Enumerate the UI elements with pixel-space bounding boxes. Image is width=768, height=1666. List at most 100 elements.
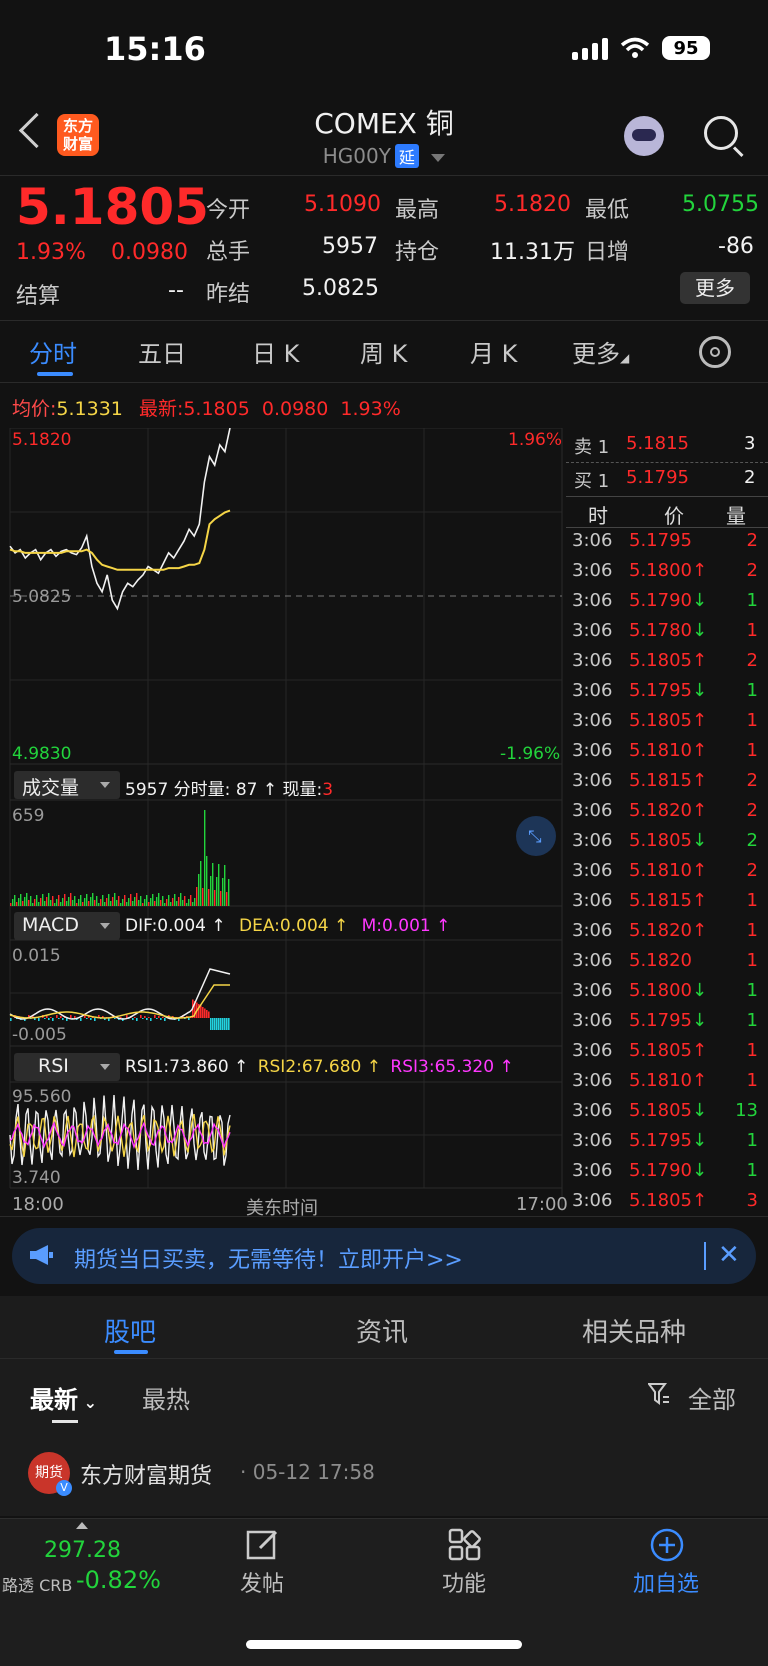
trade-qty: 2 (746, 770, 758, 791)
search-icon[interactable] (704, 116, 738, 150)
macd-indicator-selector[interactable]: MACD (14, 912, 120, 940)
macd-histogram-bar (148, 1017, 150, 1018)
macd-dif: DIF:0.004 ↑ (125, 916, 226, 936)
trade-price: 5.1820↑ (629, 800, 708, 821)
volume-bar (164, 903, 166, 906)
expand-icon[interactable]: ⤡ (516, 816, 556, 856)
caret-down-icon (100, 1064, 110, 1070)
tab-weekly-k[interactable]: 周 K (360, 334, 407, 369)
tab-news[interactable]: 资讯 (356, 1312, 408, 1349)
tab-forum[interactable]: 股吧 (104, 1312, 156, 1349)
rsi-axis-top: 95.560 (12, 1087, 72, 1107)
macd-histogram-bar (158, 1016, 160, 1018)
price-line (9, 428, 231, 611)
gear-icon[interactable] (699, 336, 731, 368)
divider (0, 320, 768, 321)
filter-icon[interactable] (648, 1382, 670, 1406)
trade-price: 5.1810↑ (629, 860, 708, 881)
daily-increase-label: 日增 (585, 240, 630, 265)
open-interest-label: 持仓 (395, 240, 440, 265)
trade-row: 3:06 5.1820↑ 1 (572, 920, 762, 950)
post-author[interactable]: 东方财富期货 (80, 1458, 212, 1490)
add-watchlist-icon[interactable] (650, 1528, 684, 1562)
filter-all[interactable]: 全部 (688, 1380, 736, 1415)
trade-price: 5.1810↑ (629, 740, 708, 761)
trade-price: 5.1795↓ (629, 1130, 708, 1151)
more-button[interactable]: 更多 (680, 272, 750, 304)
trade-row: 3:06 5.1815↑ 1 (572, 890, 762, 920)
volume-bar (62, 898, 64, 906)
volume-bar (114, 893, 116, 906)
trade-qty: 2 (746, 650, 758, 671)
sort-latest[interactable]: 最新 ⌄ (30, 1380, 97, 1415)
arrow-down-icon: ↓ (691, 1160, 708, 1181)
trade-time: 3:06 (572, 740, 613, 761)
trade-price: 5.1815↑ (629, 770, 708, 791)
volume-bar (208, 889, 210, 906)
functions-icon[interactable] (448, 1528, 482, 1562)
trade-time: 3:06 (572, 590, 613, 611)
macd-histogram-bar (206, 1010, 208, 1018)
status-icons: 95 (572, 36, 710, 60)
tab-daily-k[interactable]: 日 K (252, 334, 299, 369)
index-value[interactable]: 297.28 (44, 1538, 121, 1563)
trade-time: 3:06 (572, 770, 613, 791)
robot-assistant-icon[interactable] (624, 116, 664, 156)
tab-five-day[interactable]: 五日 (138, 334, 186, 369)
volume-bar (146, 895, 148, 906)
functions-button[interactable]: 功能 (404, 1566, 524, 1598)
tab-more[interactable]: 更多◢ (572, 334, 629, 369)
post-time: · 05-12 17:58 (240, 1460, 375, 1484)
tab-related[interactable]: 相关品种 (582, 1312, 686, 1349)
rsi-indicator-selector[interactable]: RSI (14, 1053, 120, 1081)
volume-total: 5957 (125, 780, 169, 800)
trade-time: 3:06 (572, 560, 613, 581)
macd-histogram-bar (226, 1018, 228, 1030)
close-icon[interactable]: ✕ (718, 1240, 740, 1270)
rsi1-value: RSI1:73.860 ↑ (125, 1057, 249, 1077)
trade-qty: 1 (746, 1010, 758, 1031)
index-name[interactable]: 路透 CRB (2, 1572, 72, 1596)
open-label: 今开 (206, 198, 251, 223)
trade-price: 5.1805↑ (629, 1190, 708, 1211)
volume-bar (116, 900, 118, 906)
trade-time: 3:06 (572, 920, 613, 941)
settle-label: 结算 (16, 284, 61, 309)
add-watchlist-button[interactable]: 加自选 (606, 1566, 726, 1598)
volume-bar (124, 895, 126, 906)
macd-histogram-bar (204, 1008, 206, 1018)
index-change[interactable]: -0.82% (76, 1566, 161, 1594)
arrow-up-icon: ↑ (691, 740, 708, 761)
volume-indicator-selector[interactable]: 成交量 (14, 771, 120, 799)
verified-badge-icon: V (56, 1480, 72, 1496)
trade-row: 3:06 5.1790↓ 1 (572, 1160, 762, 1190)
post-button[interactable]: 发帖 (202, 1566, 322, 1598)
volume-bar (22, 901, 24, 906)
volume-bar (220, 891, 222, 906)
expand-up-icon[interactable] (76, 1522, 88, 1529)
arrow-up-icon: ↑ (691, 1070, 708, 1091)
macd-histogram-bar (80, 1018, 82, 1021)
arrow-down-icon: ↓ (691, 830, 708, 851)
volume-bar (210, 876, 212, 906)
macd-histogram-bar (200, 1005, 202, 1018)
tab-monthly-k[interactable]: 月 K (470, 334, 517, 369)
volume-bar (172, 898, 174, 906)
volume-bar (192, 902, 194, 906)
edit-post-icon[interactable] (246, 1528, 280, 1562)
tab-intraday[interactable]: 分时 (29, 334, 77, 369)
promo-banner-text[interactable]: 期货当日买卖，无需等待！立即开户>> (74, 1242, 463, 1274)
volume-bar (148, 902, 150, 906)
bid1-qty: 2 (744, 467, 756, 488)
trade-row: 3:06 5.1810↑ 1 (572, 1070, 762, 1100)
chart-grid (9, 428, 563, 1210)
rsi2-value: RSI2:67.680 ↑ (257, 1057, 381, 1077)
volume-bar (78, 899, 80, 906)
macd-histogram-bar (62, 1018, 64, 1020)
bid1-price: 5.1795 (626, 467, 689, 488)
volume-bar (108, 894, 110, 906)
sort-hot[interactable]: 最热 (142, 1380, 190, 1415)
volume-bar (14, 895, 16, 906)
volume-bar (142, 903, 144, 906)
macd-histogram-bar (214, 1018, 216, 1030)
